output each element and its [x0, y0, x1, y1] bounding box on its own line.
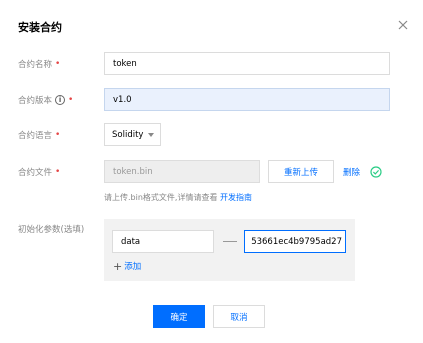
contract-name-value: token: [113, 58, 137, 69]
delete-link[interactable]: 删除: [343, 166, 360, 178]
required-mark: •: [55, 130, 61, 140]
contract-name-label-text: 合约名称: [18, 60, 53, 70]
contract-language-label: 合约语言 •: [18, 129, 60, 141]
contract-name-label: 合约名称 •: [18, 58, 60, 70]
contract-file-input: token.bin: [104, 160, 260, 183]
info-icon[interactable]: i: [55, 95, 66, 105]
param-key-value: data: [121, 236, 141, 247]
contract-language-selected: Solidity: [112, 129, 144, 140]
contract-name-input[interactable]: token: [104, 52, 390, 75]
upload-hint-text: 请上传.bin格式文件,详情请查看: [104, 193, 220, 202]
required-mark: •: [55, 167, 61, 177]
dialog-title: 安装合约: [18, 21, 62, 34]
plus-icon: +: [113, 259, 123, 273]
contract-file-value: token.bin: [113, 166, 153, 177]
init-params-label: 初始化参数(选填): [18, 223, 84, 235]
check-circle-icon: [370, 166, 382, 178]
contract-file-label: 合约文件 •: [18, 166, 60, 178]
add-param-button[interactable]: + 添加: [113, 259, 142, 273]
required-mark: •: [55, 59, 61, 69]
confirm-button[interactable]: 确定: [153, 305, 205, 328]
contract-version-value: v1.0: [113, 94, 132, 105]
init-params-label-text: 初始化参数(选填): [18, 225, 85, 235]
contract-version-label: 合约版本 i •: [18, 94, 73, 106]
reupload-button[interactable]: 重新上传: [268, 160, 334, 183]
add-param-label: 添加: [124, 262, 142, 272]
close-icon[interactable]: [396, 18, 410, 32]
param-value-input[interactable]: 53661ec4b9795ad27: [244, 230, 346, 253]
contract-language-label-text: 合约语言: [18, 131, 53, 141]
contract-version-label-text: 合约版本: [18, 96, 53, 106]
contract-language-select[interactable]: Solidity: [104, 123, 161, 146]
contract-file-label-text: 合约文件: [18, 168, 53, 178]
param-key-input[interactable]: data: [112, 230, 214, 253]
dev-guide-link[interactable]: 开发指南: [220, 193, 252, 202]
contract-version-input[interactable]: v1.0: [104, 88, 390, 111]
upload-hint: 请上传.bin格式文件,详情请查看 开发指南: [104, 192, 252, 203]
param-value-text: 53661ec4b9795ad27: [251, 236, 342, 247]
required-mark: •: [68, 95, 74, 105]
cancel-button[interactable]: 取消: [213, 305, 265, 328]
chevron-down-icon: [148, 132, 155, 137]
param-separator: [223, 241, 237, 242]
